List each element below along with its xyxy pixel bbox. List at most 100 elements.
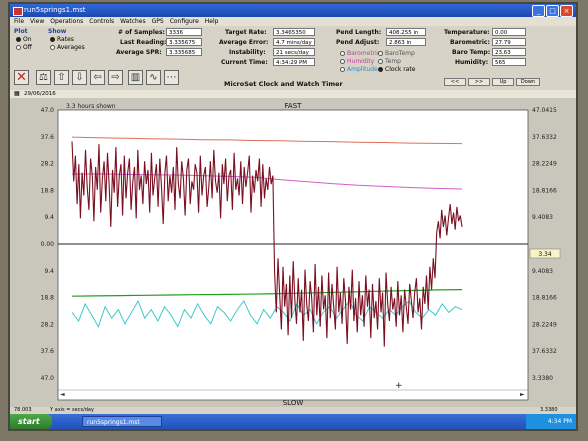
baro-temp-label: Baro Temp: xyxy=(452,49,491,56)
minimize-button[interactable]: _ xyxy=(532,5,545,17)
left-axis-tick-label: 9.4 xyxy=(44,268,54,275)
left-axis-tick-label: 37.6 xyxy=(41,348,55,355)
app-icon xyxy=(13,7,23,16)
last-reading-label: Last Reading: xyxy=(120,39,167,46)
scale-icon[interactable]: ⚖ xyxy=(36,70,51,85)
right-axis-tick-label: 3.3380 xyxy=(532,375,553,382)
series-barotemp-radio[interactable]: BaroTemp xyxy=(378,50,415,57)
series-amplitude-radio[interactable]: Amplitude xyxy=(340,66,378,73)
left-axis-tick-label: 18.8 xyxy=(41,187,55,194)
plot-off-label: Off xyxy=(23,44,32,51)
scroll-left-icon[interactable]: ◄ xyxy=(60,391,65,398)
series-temp-label: Temp xyxy=(385,58,401,65)
plot-on-label: On xyxy=(23,36,32,43)
nav-back-button[interactable]: << xyxy=(444,78,466,86)
series-barometric-radio[interactable]: Barometric xyxy=(340,50,380,57)
maximize-button[interactable]: □ xyxy=(546,5,559,17)
window-title: run5springs1.mst xyxy=(24,6,86,14)
target-rate-label: Target Rate: xyxy=(225,29,267,36)
target-rate-field: 3.3465350 xyxy=(273,28,315,36)
barometric-label: Barometric: xyxy=(450,39,490,46)
show-averages-radio[interactable]: Averages xyxy=(50,44,85,51)
left-axis-tick-label: 28.2 xyxy=(41,321,55,328)
status-line: 78.003 Y axis = secs/day 3.3380 xyxy=(10,407,576,414)
menu-view[interactable]: View xyxy=(30,17,44,26)
left-axis-tick-label: 9.4 xyxy=(44,214,54,221)
menu-controls[interactable]: Controls xyxy=(89,17,114,26)
right-axis-tick-label: 18.8166 xyxy=(532,295,557,302)
series-barotemp-label: BaroTemp xyxy=(385,50,415,57)
left-axis-tick-label: 47.0 xyxy=(41,107,55,114)
left-axis-ticks: 47.0 37.6 28.2 18.8 9.4 0.00 9.4 18.8 28.2 37.6 47… xyxy=(41,107,55,382)
nav-down-button[interactable]: Down xyxy=(516,78,540,86)
chart-area: 3.3 hours shown FAST SLOW 3.34 47.0 37.6 2… xyxy=(10,98,576,407)
footer-right-value: 3.3380 xyxy=(540,407,558,413)
right-axis-ticks: 47.0415 37.6332 28.2249 18.8166 9.4083 9.4083… xyxy=(532,107,557,382)
date-field[interactable]: 29/06/2016 xyxy=(24,90,56,98)
series-amplitude-label: Amplitude xyxy=(347,66,378,73)
system-tray-clock: 4:34 PM xyxy=(526,414,576,429)
right-axis-tick-label: 9.4083 xyxy=(532,268,553,275)
calendar-icon[interactable]: ▦ xyxy=(14,90,20,98)
nav-forward-button[interactable]: >> xyxy=(468,78,490,86)
plot-area xyxy=(57,109,529,401)
arrow-left-icon[interactable]: ⇦ xyxy=(90,70,105,85)
pend-adjust-label: Pend Adjust: xyxy=(336,39,380,46)
menu-watches[interactable]: Watches xyxy=(120,17,146,26)
temperature-field: 0.00 xyxy=(492,28,526,36)
control-panel: Plot On Off Show Rates Averages # of Sam… xyxy=(10,26,576,90)
nav-up-button[interactable]: Up xyxy=(492,78,514,86)
right-axis-tick-label: 18.8166 xyxy=(532,187,557,194)
menu-help[interactable]: Help xyxy=(205,17,219,26)
scroll-right-icon[interactable]: ► xyxy=(520,391,525,398)
bar-chart-icon[interactable]: ▥ xyxy=(128,70,143,85)
temperature-label: Temperature: xyxy=(444,29,490,36)
start-button[interactable]: start xyxy=(10,414,52,429)
close-button[interactable]: × xyxy=(560,5,573,17)
show-rates-radio[interactable]: Rates xyxy=(50,36,74,43)
menu-file[interactable]: File xyxy=(14,17,24,26)
left-axis-tick-label: 0.00 xyxy=(41,241,55,248)
series-clock-rate-label: Clock rate xyxy=(385,66,416,73)
series-barometric-label: Barometric xyxy=(347,50,381,57)
clock-rate-chart: 3.3 hours shown FAST SLOW 3.34 47.0 37.6 2… xyxy=(41,102,561,407)
menu-bar: File View Operations Controls Watches GP… xyxy=(10,17,576,26)
right-axis-tick-label: 47.0415 xyxy=(532,107,557,114)
menu-operations[interactable]: Operations xyxy=(50,17,83,26)
avg-spr-label: Average SPR: xyxy=(116,49,162,56)
app-window: run5springs1.mst _ □ × File View Operati… xyxy=(10,4,576,429)
pend-length-field: 408.255 in xyxy=(386,28,426,36)
left-axis-tick-label: 37.6 xyxy=(41,134,55,141)
avg-error-label: Average Error: xyxy=(219,39,269,46)
taskbar-window-button[interactable]: run5springs1.mst xyxy=(82,416,162,427)
date-bar: ▦ 29/06/2016 xyxy=(10,90,576,98)
current-time-field: 4:34:29 PM xyxy=(273,58,315,66)
series-humidity-radio[interactable]: Humidity xyxy=(340,58,374,65)
instability-field: 21 secs/day xyxy=(273,48,315,56)
footer-axis-note: Y axis = secs/day xyxy=(50,407,94,413)
pend-length-label: Pend Length: xyxy=(336,29,382,36)
crosshair-cursor-icon: + xyxy=(395,381,403,391)
plot-off-radio[interactable]: Off xyxy=(16,44,32,51)
right-axis-tick-label: 28.2249 xyxy=(532,321,557,328)
arrow-right-icon[interactable]: ⇨ xyxy=(108,70,123,85)
right-axis-tick-label: 37.6332 xyxy=(532,134,557,141)
arrow-down-icon[interactable]: ⇩ xyxy=(72,70,87,85)
show-averages-label: Averages xyxy=(57,44,85,51)
show-rates-label: Rates xyxy=(57,36,74,43)
left-axis-tick-label: 28.2 xyxy=(41,161,55,168)
plot-on-radio[interactable]: On xyxy=(16,36,32,43)
series-humidity-label: Humidity xyxy=(347,58,375,65)
stop-icon[interactable]: ✕ xyxy=(14,70,29,85)
dots-icon[interactable]: ⋯ xyxy=(164,70,179,85)
humidity-field: 565 xyxy=(492,58,526,66)
barometric-field: 27.79 xyxy=(492,38,526,46)
baro-temp-field: 23.63 xyxy=(492,48,526,56)
series-clock-rate-radio[interactable]: Clock rate xyxy=(378,66,415,73)
series-temp-radio[interactable]: Temp xyxy=(378,58,401,65)
menu-gps[interactable]: GPS xyxy=(152,17,164,26)
menu-configure[interactable]: Configure xyxy=(170,17,199,26)
arrow-up-icon[interactable]: ⇧ xyxy=(54,70,69,85)
wave-icon[interactable]: ∿ xyxy=(146,70,161,85)
current-time-label: Current Time: xyxy=(221,59,268,66)
